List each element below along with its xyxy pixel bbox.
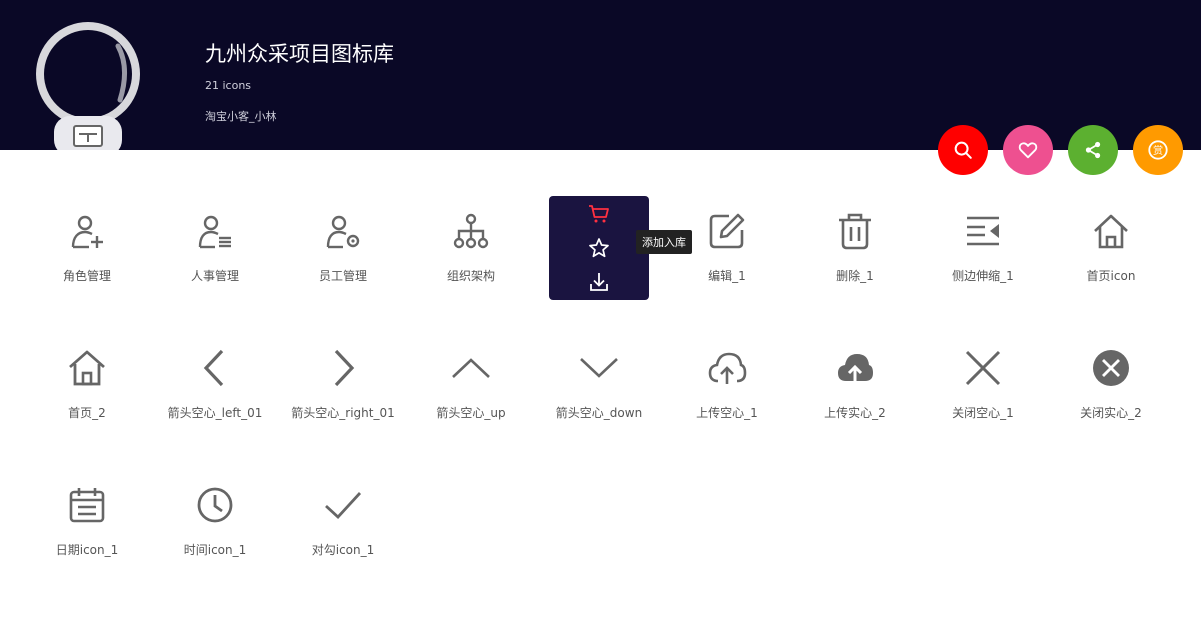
chevron-up-icon (451, 348, 491, 388)
sidebar-collapse-icon (963, 211, 1003, 251)
share-icon (1085, 141, 1101, 159)
astronaut-avatar (36, 22, 140, 150)
icon-label: 组织架构 (446, 269, 495, 283)
icon-card[interactable]: 员工管理 (279, 197, 407, 334)
edit-icon (707, 211, 747, 251)
download-icon[interactable] (587, 270, 611, 294)
icon-card[interactable]: 箭头空心_up (407, 334, 535, 471)
icon-label: 对勾icon_1 (311, 543, 375, 557)
clock-icon (195, 485, 235, 525)
search-button[interactable] (938, 125, 988, 175)
icon-label: 箭头空心_down (555, 406, 643, 420)
icon-card[interactable]: 关闭实心_2 (1047, 334, 1175, 471)
close-solid-icon (1091, 348, 1131, 388)
close-outline-icon (963, 348, 1003, 388)
chevron-down-icon (579, 348, 619, 388)
favorite-button[interactable] (1003, 125, 1053, 175)
icon-label: 删除_1 (836, 269, 874, 283)
search-icon (954, 141, 972, 159)
icon-label: 时间icon_1 (183, 543, 247, 557)
cloud-upload-solid-icon (835, 348, 875, 388)
icon-label: 日期icon_1 (55, 543, 119, 557)
library-title: 九州众采项目图标库 (205, 42, 394, 66)
svg-text:赏: 赏 (1153, 145, 1163, 157)
share-button[interactable] (1068, 125, 1118, 175)
icon-label: 首页_2 (68, 406, 106, 420)
chevron-right-icon (323, 348, 363, 388)
icon-label: 箭头空心_up (436, 406, 506, 420)
icon-card[interactable]: 上传空心_1 (663, 334, 791, 471)
icon-card[interactable]: 时间icon_1 (151, 471, 279, 608)
calendar-icon (67, 485, 107, 525)
add-to-library-tooltip: 添加入库 (636, 230, 692, 254)
icon-label: 人事管理 (190, 269, 239, 283)
icon-card[interactable]: 对勾icon_1 (279, 471, 407, 608)
home-icon (67, 348, 107, 388)
icon-hover-actions (549, 196, 649, 300)
star-icon[interactable] (587, 236, 611, 260)
cloud-upload-outline-icon (707, 348, 747, 388)
icon-card[interactable]: 删除_1 (791, 197, 919, 334)
icon-label: 侧边伸缩_1 (952, 269, 1014, 283)
icon-card[interactable]: 首页icon (1047, 197, 1175, 334)
icon-count: 21 icons (205, 79, 252, 92)
icon-label: 关闭实心_2 (1080, 406, 1142, 420)
icon-label: 箭头空心_right_01 (291, 406, 395, 420)
icon-label: 员工管理 (318, 269, 367, 283)
reward-icon: 赏 (1148, 140, 1168, 160)
icon-label: 首页icon (1086, 269, 1136, 283)
trash-icon (835, 211, 875, 251)
icon-label: 关闭空心_1 (952, 406, 1014, 420)
icon-card[interactable]: 编辑_1 (663, 197, 791, 334)
icon-label: 角色管理 (62, 269, 111, 283)
icon-card[interactable]: 人事管理 (151, 197, 279, 334)
heart-icon (1018, 142, 1038, 159)
home-outline-icon (1091, 211, 1131, 251)
icon-card[interactable]: 侧边伸缩_1 (919, 197, 1047, 334)
cart-icon[interactable] (587, 202, 611, 226)
icon-card[interactable]: 箭头空心_right_01 (279, 334, 407, 471)
icon-card[interactable]: 上传实心_2 (791, 334, 919, 471)
icon-card[interactable]: 箭头空心_left_01 (151, 334, 279, 471)
icon-label: 箭头空心_left_01 (167, 406, 263, 420)
user-settings-icon (323, 211, 363, 251)
user-add-icon (67, 211, 107, 251)
author-name[interactable]: 淘宝小客_小林 (205, 108, 277, 124)
reward-button[interactable]: 赏 (1133, 125, 1183, 175)
icon-card[interactable]: 角色管理 (23, 197, 151, 334)
chevron-left-icon (195, 348, 235, 388)
icon-card[interactable]: 首页_2 (23, 334, 151, 471)
icon-card[interactable]: 组织架构 (407, 197, 535, 334)
icon-card[interactable]: 关闭空心_1 (919, 334, 1047, 471)
icon-card[interactable]: 日期icon_1 (23, 471, 151, 608)
icon-label: 编辑_1 (708, 269, 746, 283)
org-chart-icon (451, 211, 491, 251)
icon-label: 上传空心_1 (696, 406, 758, 420)
user-list-icon (195, 211, 235, 251)
icon-label: 上传实心_2 (824, 406, 886, 420)
check-icon (323, 485, 363, 525)
icon-card[interactable]: 箭头空心_down (535, 334, 663, 471)
